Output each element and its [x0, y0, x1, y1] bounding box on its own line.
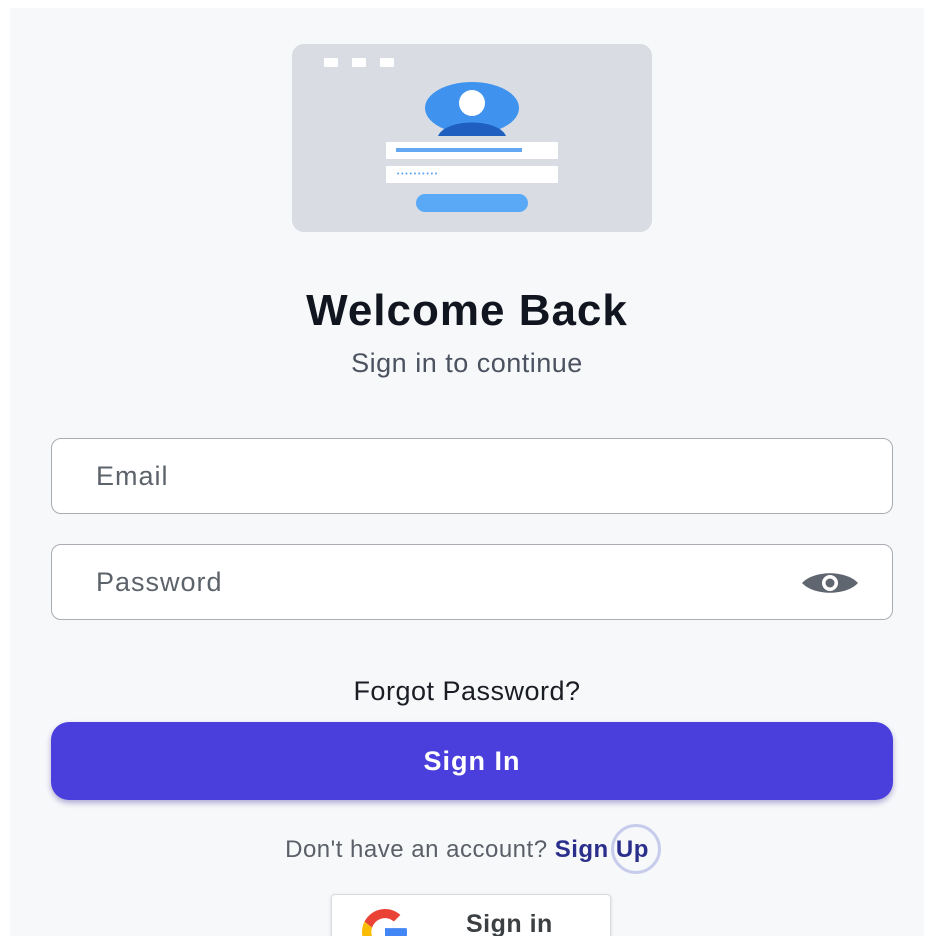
sign-in-button[interactable]: Sign In: [51, 722, 893, 800]
email-field-container: [51, 438, 893, 514]
window-dot: [324, 58, 338, 67]
page-subtitle: Sign in to continue: [351, 348, 583, 378]
sign-up-link[interactable]: Sign Up: [554, 824, 661, 874]
forgot-password-link[interactable]: Forgot Password?: [10, 676, 924, 707]
google-sign-in-button[interactable]: Sign in: [331, 894, 611, 936]
page-title: Welcome Back: [306, 286, 628, 335]
signup-prompt: Don't have an account?: [285, 836, 548, 863]
illustration-password-field: ••••••••••: [386, 166, 558, 183]
password-field-container: [51, 544, 893, 620]
password-field[interactable]: [52, 545, 892, 619]
signup-prompt-line: Don't have an account? Sign Up: [10, 824, 924, 874]
avatar-icon: [425, 82, 519, 136]
eye-icon[interactable]: [800, 569, 860, 597]
login-illustration: ••••••••••: [292, 44, 652, 232]
email-field[interactable]: [52, 439, 892, 513]
window-dots: [324, 58, 394, 67]
window-dot: [380, 58, 394, 67]
illustration-button: [416, 194, 528, 212]
login-screen: •••••••••• Welcome Back Sign in to conti…: [10, 8, 924, 936]
window-dot: [352, 58, 366, 67]
google-logo-icon: [362, 909, 408, 936]
illustration-username-field: [386, 142, 558, 159]
google-sign-in-label: Sign in: [466, 910, 553, 936]
sign-up-link-label: Sign Up: [554, 836, 649, 863]
illustration-password-mask: ••••••••••: [396, 170, 439, 178]
